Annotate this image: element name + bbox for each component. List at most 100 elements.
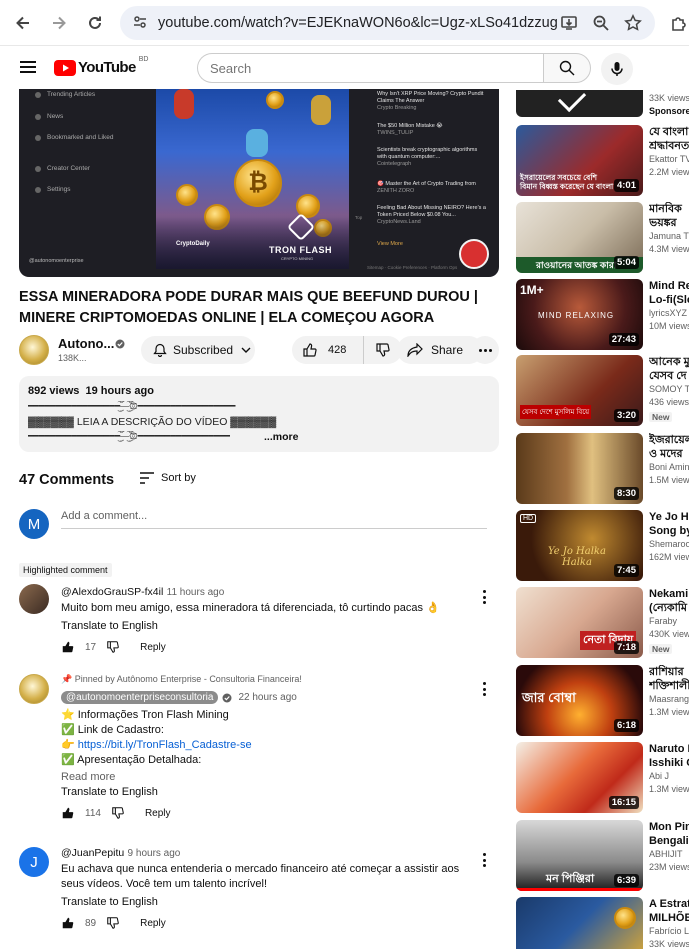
recommended-video[interactable]: 8:30 ইজরায়েল ও মদের Boni Amin 1.5M view… xyxy=(516,433,689,504)
rec-thumbnail[interactable]: নেতা বিদায় 7:18 xyxy=(516,587,643,658)
frame-handle: @autonomoenterprise xyxy=(29,258,84,264)
logo-text: YouTube xyxy=(78,59,136,76)
commenter-avatar[interactable] xyxy=(19,584,49,614)
url-text[interactable]: youtube.com/watch?v=EJEKnaWON6o&lc=Ugz-x… xyxy=(158,15,558,31)
search-box[interactable] xyxy=(197,53,543,83)
rec-thumbnail[interactable]: মন পিঞ্জিরা 6:39 xyxy=(516,820,643,891)
reload-button[interactable] xyxy=(84,12,106,34)
subscribed-button[interactable]: Subscribed xyxy=(141,336,255,364)
description-box[interactable]: 892 views 19 hours ago ━━━━━━━━━━━━━━━━━… xyxy=(19,376,499,452)
commenter-avatar[interactable]: J xyxy=(19,847,49,877)
like-dislike-group: 428 xyxy=(292,336,402,364)
recommended-video[interactable]: জার বোম্বা 6:18 রাশিয়ার শক্তিশালী Maasr… xyxy=(516,665,689,736)
add-comment-input[interactable]: Add a comment... xyxy=(61,510,147,522)
sort-label: Sort by xyxy=(161,472,196,484)
recommended-video[interactable]: মন পিঞ্জিরা 6:39 Mon Pinj Bengali ABHIJI… xyxy=(516,820,689,891)
rec-channel: lyricsXYZ xyxy=(649,308,687,318)
add-comment-underline xyxy=(61,528,487,529)
description-more-link[interactable]: ...more xyxy=(264,431,298,443)
bookmark-star-icon[interactable] xyxy=(624,14,642,32)
recommended-video[interactable]: 1M+ MIND RELAXING 27:43 Mind Rel Lo-fi(S… xyxy=(516,279,689,350)
search-input[interactable] xyxy=(198,54,498,82)
thumbs-up-icon[interactable] xyxy=(61,916,75,930)
rec-title: রাশিয়ার xyxy=(649,666,684,678)
like-button[interactable]: 428 xyxy=(292,336,364,364)
chevron-down-icon xyxy=(241,347,251,353)
channel-name[interactable]: Autono... xyxy=(58,336,114,351)
rec-channel: Fabrício L xyxy=(649,926,689,936)
comment-author[interactable]: @autonomoenterpriseconsultoria xyxy=(61,691,219,704)
recommended-video[interactable]: রাওয়ানের আতঙ্ক কারা 5:04 মানবিক ভয়ঙ্কর… xyxy=(516,202,689,273)
rec-thumbnail[interactable]: 16:15 xyxy=(516,742,643,813)
rec-title-line2: যেসব দে xyxy=(649,370,687,382)
thumbs-down-icon[interactable] xyxy=(106,916,120,930)
zoom-icon[interactable] xyxy=(592,14,610,32)
thumb-overlay-text: মন পিঞ্জিরা xyxy=(546,873,595,885)
rec-title-line2: ভয়ঙ্কর xyxy=(649,217,677,229)
rec-thumbnail[interactable]: জার বোম্বা 6:18 xyxy=(516,665,643,736)
more-actions-button[interactable] xyxy=(471,336,499,364)
forward-button[interactable] xyxy=(48,12,70,34)
extensions-icon[interactable] xyxy=(668,12,689,34)
translate-link[interactable]: Translate to English xyxy=(61,896,499,908)
rec-channel: Jamuna TV xyxy=(649,231,689,241)
rec-thumbnail[interactable] xyxy=(516,897,643,949)
thumb-overlay-text: রাওয়ানের আতঙ্ক কারা xyxy=(536,260,617,270)
rec-stats: 4.3M views xyxy=(649,244,689,254)
back-button[interactable] xyxy=(12,12,34,34)
reply-button[interactable]: Reply xyxy=(140,642,166,653)
rec-thumbnail[interactable]: যেসব দেশে মুসলিম বিয়ে 3:20 xyxy=(516,355,643,426)
comment-author[interactable]: @JuanPepitu xyxy=(61,847,124,859)
recommended-video[interactable]: 33K views Sponsored xyxy=(516,46,689,119)
reply-button[interactable]: Reply xyxy=(140,918,166,929)
rec-thumbnail[interactable]: 1M+ MIND RELAXING 27:43 xyxy=(516,279,643,350)
menu-icon[interactable] xyxy=(20,61,36,73)
brand-sub: CRYPTO MINING xyxy=(281,256,314,261)
reply-button[interactable]: Reply xyxy=(145,808,171,819)
comment-link[interactable]: 👉 https://bit.ly/TronFlash_Cadastre-se xyxy=(61,738,499,753)
frame-sidebar-item: Creator Center xyxy=(47,165,90,172)
comment-menu-icon[interactable] xyxy=(483,853,487,867)
thumbs-down-icon[interactable] xyxy=(106,640,120,654)
translate-link[interactable]: Translate to English xyxy=(61,620,499,632)
thumbs-up-icon[interactable] xyxy=(61,806,75,820)
recommended-video[interactable]: 16:15 Naruto M Isshiki O Abi J 1.3M view… xyxy=(516,742,689,813)
comment-time[interactable]: 11 hours ago xyxy=(167,587,225,598)
duration-badge: 27:43 xyxy=(608,333,639,346)
install-app-icon[interactable] xyxy=(560,14,578,32)
thumbs-down-icon[interactable] xyxy=(111,806,125,820)
rec-thumbnail[interactable]: ইসরায়েলের সবচেয়ে বেশি বিমান বিধ্বস্ত ক… xyxy=(516,125,643,196)
address-bar[interactable]: youtube.com/watch?v=EJEKnaWON6o&lc=Ugz-x… xyxy=(120,6,655,40)
comment-author[interactable]: @AlexdoGrauSP-fx4il xyxy=(61,586,163,598)
comment-time[interactable]: 22 hours ago xyxy=(238,692,296,703)
rec-thumbnail[interactable]: HD Ye Jo Halka Halka 7:45 xyxy=(516,510,643,581)
recommended-video[interactable]: HD Ye Jo Halka Halka 7:45 Ye Jo Ha Song … xyxy=(516,510,689,581)
commenter-avatar[interactable] xyxy=(19,674,49,704)
rec-thumbnail[interactable]: 8:30 xyxy=(516,433,643,504)
thumbs-up-icon[interactable] xyxy=(61,640,75,654)
thumb-overlay-text: ইসরায়েলের সবচেয়ে বেশি বিমান বিধ্বস্ত ক… xyxy=(520,173,614,191)
recommended-video[interactable]: নেতা বিদায় 7:18 Nekami (ন্যেকামি Faraby… xyxy=(516,587,689,658)
comment-text: Eu achava que nunca entenderia o mercado… xyxy=(61,863,460,890)
recommended-video[interactable]: যেসব দেশে মুসলিম বিয়ে 3:20 আনেক মু যেসব… xyxy=(516,355,689,426)
rec-thumbnail[interactable] xyxy=(516,90,643,117)
rec-stats: 33K views xyxy=(649,939,689,949)
rec-stats: 33K views xyxy=(649,93,689,103)
comment-menu-icon[interactable] xyxy=(483,682,487,696)
youtube-logo[interactable]: YouTube BD xyxy=(54,56,148,76)
comment-like-count: 17 xyxy=(85,641,97,653)
rec-title: ইজরায়েল xyxy=(649,434,689,446)
comment-menu-icon[interactable] xyxy=(483,590,487,604)
recommended-video[interactable]: ইসরায়েলের সবচেয়ে বেশি বিমান বিধ্বস্ত ক… xyxy=(516,125,689,196)
read-more-link[interactable]: Read more xyxy=(61,771,499,783)
recommended-video[interactable]: A Estrat MILHÕE Fabrício L 33K views xyxy=(516,897,689,949)
rec-thumbnail[interactable]: রাওয়ানের আতঙ্ক কারা 5:04 xyxy=(516,202,643,273)
translate-link[interactable]: Translate to English xyxy=(61,786,499,798)
rec-title: যে বাংলা xyxy=(649,126,689,138)
video-player[interactable]: Trending Articles News Bookmarked and Li… xyxy=(19,89,499,277)
site-info-icon[interactable] xyxy=(132,14,150,32)
browser-toolbar: youtube.com/watch?v=EJEKnaWON6o&lc=Ugz-x… xyxy=(0,0,689,46)
comment-time[interactable]: 9 hours ago xyxy=(128,848,181,859)
sort-by-button[interactable]: Sort by xyxy=(139,472,196,484)
channel-avatar[interactable] xyxy=(19,335,49,365)
